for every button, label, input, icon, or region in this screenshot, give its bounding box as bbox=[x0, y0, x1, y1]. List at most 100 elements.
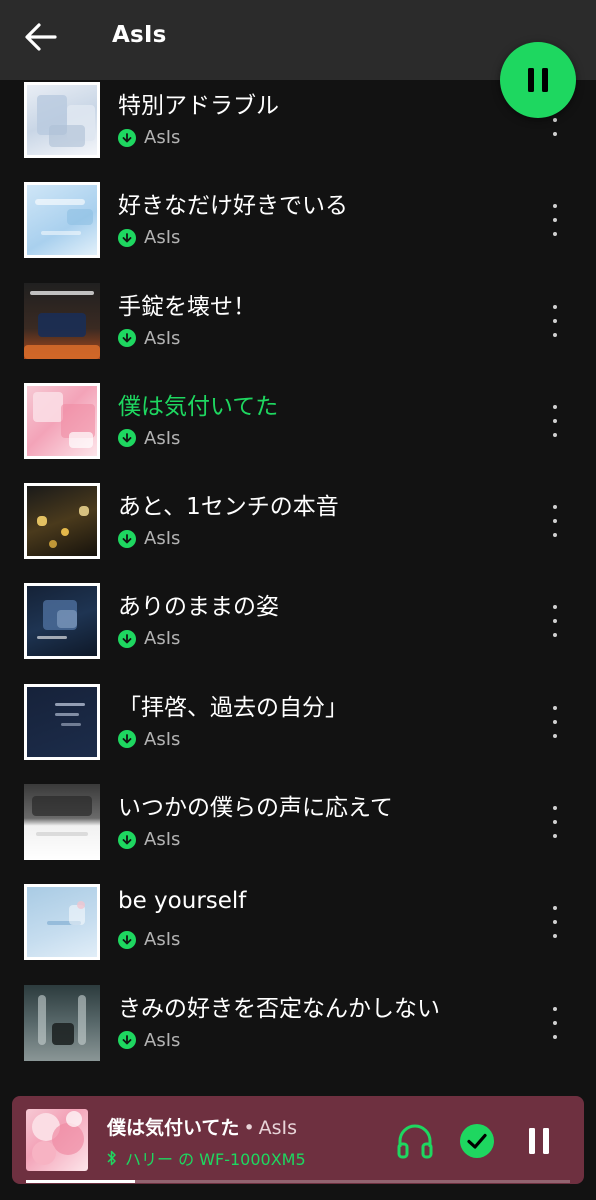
album-art bbox=[24, 382, 100, 459]
track-title: いつかの僕らの声に応えて bbox=[118, 795, 393, 822]
album-art bbox=[24, 784, 100, 861]
page-title: AsIs bbox=[112, 22, 167, 48]
track-row[interactable]: あと、1センチの本音 AsIs bbox=[0, 481, 596, 581]
more-dot-icon bbox=[553, 934, 557, 939]
album-art bbox=[24, 282, 100, 359]
more-options-button[interactable] bbox=[542, 401, 568, 441]
more-dot-icon bbox=[553, 906, 557, 911]
track-row[interactable]: ありのままの姿 AsIs bbox=[0, 581, 596, 681]
track-list: 特別アドラブル AsIs 好きなだけ好きでいる AsIs 手錠を壊せ！ AsIs 僕は気付い… bbox=[0, 80, 596, 1083]
more-dot-icon bbox=[553, 533, 557, 538]
pause-button[interactable] bbox=[500, 42, 576, 118]
album-art bbox=[24, 683, 100, 760]
more-dot-icon bbox=[553, 820, 557, 825]
more-dot-icon bbox=[553, 519, 557, 524]
more-dot-icon bbox=[553, 418, 557, 423]
more-dot-icon bbox=[553, 204, 557, 209]
track-row[interactable]: 僕は気付いてた AsIs bbox=[0, 381, 596, 481]
more-dot-icon bbox=[553, 1006, 557, 1011]
app-root: AsIs 特別アドラブル AsIs 好きなだけ好きでいる AsIs 手錠を壊せ！ AsIs… bbox=[0, 0, 596, 1200]
more-dot-icon bbox=[553, 719, 557, 724]
track-title: 手錠を壊せ！ bbox=[118, 293, 256, 320]
track-meta: AsIs bbox=[118, 428, 180, 449]
track-meta: AsIs bbox=[118, 127, 180, 148]
track-title: 好きなだけ好きでいる bbox=[118, 193, 348, 220]
pause-icon bbox=[529, 1128, 549, 1154]
bluetooth-icon bbox=[107, 1150, 116, 1166]
arrow-left-icon bbox=[25, 23, 57, 51]
downloaded-icon bbox=[118, 629, 136, 648]
track-artist: AsIs bbox=[144, 728, 181, 750]
mini-player[interactable]: 僕は気付いてた • AsIs ハリー の WF-1000XM5 bbox=[12, 1096, 584, 1184]
track-meta: AsIs bbox=[118, 729, 180, 750]
track-meta: AsIs bbox=[118, 227, 180, 248]
more-dot-icon bbox=[553, 218, 557, 223]
more-dot-icon bbox=[553, 304, 557, 309]
connect-device-button[interactable] bbox=[394, 1120, 436, 1162]
downloaded-icon bbox=[118, 1031, 136, 1050]
saved-button[interactable] bbox=[458, 1122, 496, 1160]
track-title: 「拝啓、過去の自分」 bbox=[118, 694, 348, 721]
track-meta: AsIs bbox=[118, 1030, 180, 1051]
more-options-button[interactable] bbox=[542, 200, 568, 240]
more-dot-icon bbox=[553, 834, 557, 839]
track-title: あと、1センチの本音 bbox=[118, 494, 339, 521]
more-options-button[interactable] bbox=[542, 501, 568, 541]
more-dot-icon bbox=[553, 633, 557, 638]
headphones-icon bbox=[397, 1124, 433, 1159]
track-meta: AsIs bbox=[118, 328, 180, 349]
track-title: ありのままの姿 bbox=[118, 594, 279, 621]
back-button[interactable] bbox=[22, 18, 60, 56]
more-dot-icon bbox=[553, 232, 557, 237]
downloaded-icon bbox=[118, 930, 136, 949]
more-dot-icon bbox=[553, 432, 557, 437]
mini-player-artist: AsIs bbox=[258, 1117, 298, 1139]
track-row[interactable]: いつかの僕らの声に応えて AsIs bbox=[0, 782, 596, 882]
track-artist: AsIs bbox=[144, 1029, 181, 1051]
track-artist: AsIs bbox=[144, 227, 181, 249]
more-dot-icon bbox=[553, 705, 557, 710]
more-dot-icon bbox=[553, 1020, 557, 1025]
downloaded-icon bbox=[118, 128, 136, 147]
track-meta: AsIs bbox=[118, 929, 180, 950]
track-artist: AsIs bbox=[144, 628, 181, 650]
playback-progress-bar[interactable] bbox=[26, 1180, 570, 1183]
album-art bbox=[24, 984, 100, 1061]
more-dot-icon bbox=[553, 132, 557, 136]
track-row[interactable]: be yourself AsIs bbox=[0, 882, 596, 982]
more-options-button[interactable] bbox=[542, 902, 568, 942]
track-row[interactable]: 好きなだけ好きでいる AsIs bbox=[0, 180, 596, 280]
track-row[interactable]: 手錠を壊せ！ AsIs bbox=[0, 281, 596, 381]
album-art bbox=[24, 182, 100, 259]
check-circle-icon bbox=[460, 1124, 494, 1158]
mini-pause-button[interactable] bbox=[520, 1122, 558, 1160]
more-options-button[interactable] bbox=[542, 802, 568, 842]
connected-device[interactable]: ハリー の WF-1000XM5 bbox=[107, 1146, 306, 1170]
track-meta: AsIs bbox=[118, 628, 180, 649]
more-options-button[interactable] bbox=[542, 301, 568, 341]
more-options-button[interactable] bbox=[542, 1003, 568, 1043]
more-dot-icon bbox=[553, 733, 557, 738]
mini-player-title-line: 僕は気付いてた • AsIs bbox=[107, 1113, 297, 1140]
track-meta: AsIs bbox=[118, 528, 180, 549]
more-dot-icon bbox=[553, 619, 557, 624]
album-art bbox=[24, 884, 100, 961]
more-options-button[interactable] bbox=[542, 702, 568, 742]
device-name: ハリー の WF-1000XM5 bbox=[125, 1150, 306, 1169]
pause-icon bbox=[528, 68, 548, 92]
playback-progress-fill bbox=[26, 1180, 135, 1183]
more-dot-icon bbox=[553, 806, 557, 811]
more-dot-icon bbox=[553, 605, 557, 610]
more-options-button[interactable] bbox=[542, 601, 568, 641]
more-dot-icon bbox=[553, 505, 557, 510]
track-row[interactable]: 「拝啓、過去の自分」 AsIs bbox=[0, 682, 596, 782]
downloaded-icon bbox=[118, 429, 136, 448]
downloaded-icon bbox=[118, 228, 136, 247]
album-art bbox=[24, 583, 100, 660]
track-title: be yourself bbox=[118, 888, 247, 915]
more-dot-icon bbox=[553, 318, 557, 323]
track-title: 特別アドラブル bbox=[118, 93, 279, 119]
track-row[interactable]: きみの好きを否定なんかしない AsIs bbox=[0, 983, 596, 1083]
track-artist: AsIs bbox=[144, 127, 181, 148]
track-artist: AsIs bbox=[144, 528, 181, 550]
